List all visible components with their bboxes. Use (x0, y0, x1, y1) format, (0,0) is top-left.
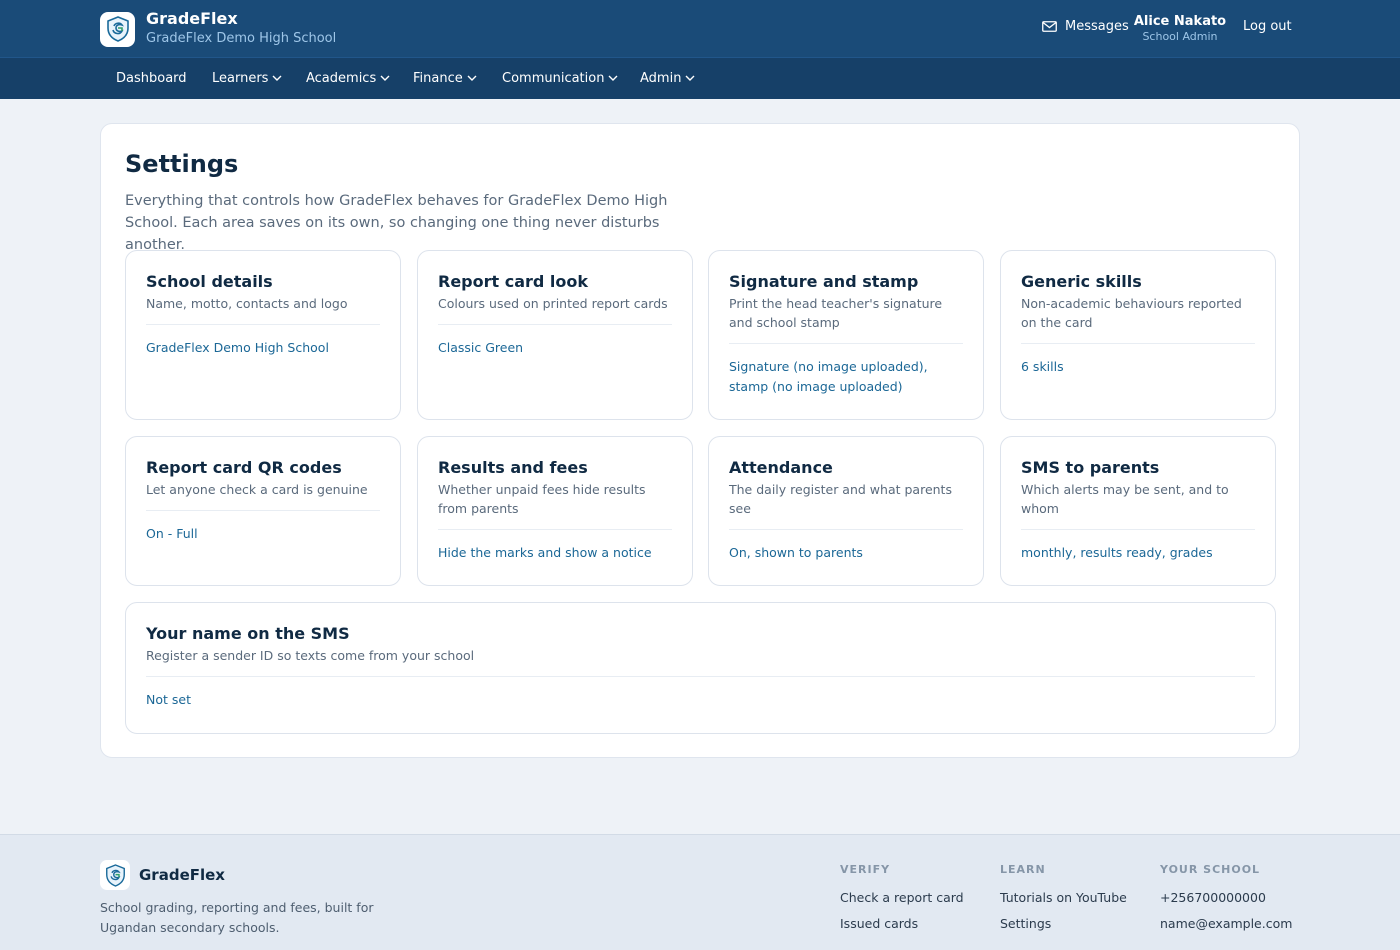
brand[interactable]: GradeFlex GradeFlex Demo High School (100, 10, 336, 48)
footer-col-your-school: YOUR SCHOOL +256700000000 name@example.c… (1160, 863, 1292, 937)
tile-value: GradeFlex Demo High School (146, 340, 329, 355)
messages-label: Messages (1065, 19, 1129, 34)
footer: GradeFlex School grading, reporting and … (0, 834, 1400, 950)
footer-heading: VERIFY (840, 863, 891, 876)
tile-title: School details (146, 272, 273, 291)
tile-desc: Colours used on printed report cards (438, 296, 668, 311)
tile-value: Hide the marks and show a notice (438, 545, 652, 560)
tile-divider (729, 529, 963, 530)
tile-title: Report card QR codes (146, 458, 342, 477)
nav-finance[interactable]: Finance (413, 71, 477, 86)
tile-attendance[interactable]: Attendance The daily register and what p… (708, 436, 984, 586)
envelope-icon (1042, 21, 1057, 32)
nav-label: Learners (212, 71, 269, 86)
tile-desc: Register a sender ID so texts come from … (146, 648, 475, 663)
messages-link[interactable]: Messages (1042, 19, 1129, 34)
tile-title: SMS to parents (1021, 458, 1160, 477)
chevron-down-icon (380, 75, 390, 81)
tile-generic-skills[interactable]: Generic skills Non-academic behaviours r… (1000, 250, 1276, 420)
tile-desc: The daily register and what parents see (729, 482, 952, 516)
footer-brand[interactable]: GradeFlex (100, 860, 225, 890)
tile-value: Classic Green (438, 340, 524, 355)
tile-divider (438, 324, 672, 325)
nav-label: Dashboard (116, 71, 187, 86)
footer-link-check-report-card[interactable]: Check a report card (840, 885, 964, 911)
tile-title: Your name on the SMS (146, 624, 350, 643)
nav-label: Finance (413, 71, 463, 86)
tile-title: Signature and stamp (729, 272, 919, 291)
tile-divider (146, 510, 380, 511)
tile-title: Generic skills (1021, 272, 1142, 291)
tile-title: Results and fees (438, 458, 588, 477)
logout-button[interactable]: Log out (1243, 19, 1292, 34)
footer-col-learn: LEARN Tutorials on YouTube Settings (1000, 863, 1127, 937)
tile-divider (146, 676, 1255, 677)
tile-value: Signature (no image uploaded), stamp (no… (729, 359, 928, 394)
footer-link-issued-cards[interactable]: Issued cards (840, 911, 964, 937)
chevron-down-icon (608, 75, 618, 81)
tile-title: Attendance (729, 458, 833, 477)
tile-value: Not set (146, 692, 191, 707)
nav-admin[interactable]: Admin (640, 71, 695, 86)
tile-divider (1021, 343, 1255, 344)
shield-logo-icon (100, 11, 135, 47)
footer-brand-name: GradeFlex (139, 866, 225, 884)
tile-school-details[interactable]: School details Name, motto, contacts and… (125, 250, 401, 420)
footer-link-settings[interactable]: Settings (1000, 911, 1127, 937)
tile-value: monthly, results ready, grades (1021, 545, 1213, 560)
tile-qr-codes[interactable]: Report card QR codes Let anyone check a … (125, 436, 401, 586)
settings-panel: Settings Everything that controls how Gr… (100, 123, 1300, 758)
tile-results-fees[interactable]: Results and fees Whether unpaid fees hid… (417, 436, 693, 586)
school-name: GradeFlex Demo High School (146, 31, 337, 46)
footer-heading: LEARN (1000, 863, 1046, 876)
page-title: Settings (125, 150, 239, 178)
chevron-down-icon (685, 75, 695, 81)
tile-signature-stamp[interactable]: Signature and stamp Print the head teach… (708, 250, 984, 420)
chevron-down-icon (272, 75, 282, 81)
tile-desc: Non-academic behaviours reported on the … (1021, 296, 1242, 330)
tile-divider (438, 529, 672, 530)
tile-value: 6 skills (1021, 359, 1064, 374)
footer-heading: YOUR SCHOOL (1160, 863, 1261, 876)
chevron-down-icon (467, 75, 477, 81)
nav-label: Academics (306, 71, 377, 86)
tile-sms-sender-id[interactable]: Your name on the SMS Register a sender I… (125, 602, 1276, 734)
footer-col-verify: VERIFY Check a report card Issued cards (840, 863, 964, 937)
tile-divider (1021, 529, 1255, 530)
tile-divider (729, 343, 963, 344)
footer-link-phone[interactable]: +256700000000 (1160, 885, 1292, 911)
tile-desc: Which alerts may be sent, and to whom (1021, 482, 1229, 516)
tile-report-card-look[interactable]: Report card look Colours used on printed… (417, 250, 693, 420)
shield-logo-icon (100, 860, 130, 890)
footer-link-email[interactable]: name@example.com (1160, 911, 1292, 937)
tile-desc: Let anyone check a card is genuine (146, 482, 368, 497)
top-header: GradeFlex GradeFlex Demo High School Mes… (0, 0, 1400, 57)
tile-title: Report card look (438, 272, 589, 291)
main-nav: Dashboard Learners Academics Finance Com… (0, 57, 1400, 99)
tile-sms-parents[interactable]: SMS to parents Which alerts may be sent,… (1000, 436, 1276, 586)
footer-link-tutorials[interactable]: Tutorials on YouTube (1000, 885, 1127, 911)
app-name: GradeFlex (146, 9, 238, 28)
tile-desc: Name, motto, contacts and logo (146, 296, 348, 311)
tile-value: On, shown to parents (729, 545, 863, 560)
nav-dashboard[interactable]: Dashboard (116, 71, 187, 86)
user-name: Alice Nakato (1133, 14, 1227, 29)
nav-academics[interactable]: Academics (306, 71, 390, 86)
tile-divider (146, 324, 380, 325)
nav-label: Communication (502, 71, 605, 86)
tile-value: On - Full (146, 526, 198, 541)
nav-communication[interactable]: Communication (502, 71, 618, 86)
footer-tagline: School grading, reporting and fees, buil… (100, 900, 374, 935)
tile-desc: Print the head teacher's signature and s… (729, 296, 943, 330)
user-menu[interactable]: Alice Nakato School Admin (1132, 14, 1228, 43)
tile-desc: Whether unpaid fees hide results from pa… (438, 482, 646, 516)
page-intro: Everything that controls how GradeFlex b… (125, 193, 668, 253)
user-role: School Admin (1142, 30, 1218, 43)
nav-learners[interactable]: Learners (212, 71, 282, 86)
nav-label: Admin (640, 71, 682, 86)
